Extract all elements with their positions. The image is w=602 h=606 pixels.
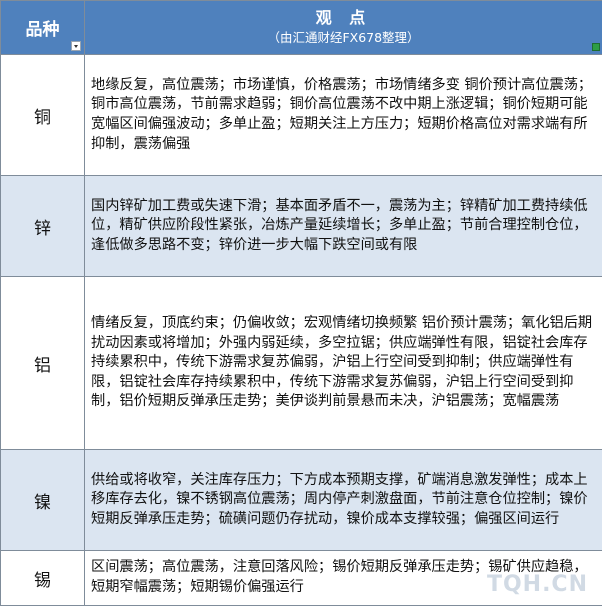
site-watermark: TQH.CN <box>487 572 588 597</box>
table-row: 铝 情绪反复，顶底约束；仍偏收敛；宏观情绪切换频繁 铝价预计震荡；氧化铝后期扰动… <box>1 277 602 450</box>
table-row: 锌 国内锌矿加工费或失速下滑；基本面矛盾不一，震荡为主；锌精矿加工费持续低位，精… <box>1 176 602 277</box>
table-row: 铜 地缘反复，高位震荡；市场谨慎，价格震荡；市场情绪多变 铜价预计高位震荡；铜市… <box>1 55 602 176</box>
variety-cell[interactable]: 锡 <box>1 551 85 606</box>
column-header-view[interactable]: 观 点 （由汇通财经FX678整理） <box>85 1 602 55</box>
header-row: 品种 观 点 （由汇通财经FX678整理） <box>1 1 602 55</box>
variety-cell[interactable]: 镍 <box>1 450 85 551</box>
variety-cell[interactable]: 铝 <box>1 277 85 450</box>
futures-view-table: 品种 观 点 （由汇通财经FX678整理） 铜 地缘反复，高位震荡；市场谨慎，价… <box>0 0 602 606</box>
column-header-view-subtitle: （由汇通财经FX678整理） <box>85 28 602 48</box>
column-header-view-title: 观 点 <box>85 8 602 28</box>
view-cell[interactable]: 情绪反复，顶底约束；仍偏收敛；宏观情绪切换频繁 铝价预计震荡；氧化铝后期扰动因素… <box>85 277 602 450</box>
table-row: 镍 供给或将收窄，关注库存压力；下方成本预期支撑，矿端消息激发弹性；成本上移库存… <box>1 450 602 551</box>
view-cell[interactable]: 地缘反复，高位震荡；市场谨慎，价格震荡；市场情绪多变 铜价预计高位震荡；铜市高位… <box>85 55 602 176</box>
column-header-variety[interactable]: 品种 <box>1 1 85 55</box>
cell-comment-marker-icon[interactable] <box>592 43 600 51</box>
variety-cell[interactable]: 锌 <box>1 176 85 277</box>
column-header-variety-label: 品种 <box>26 20 60 40</box>
view-cell[interactable]: 国内锌矿加工费或失速下滑；基本面矛盾不一，震荡为主；锌精矿加工费持续低位，精矿供… <box>85 176 602 277</box>
variety-cell[interactable]: 铜 <box>1 55 85 176</box>
view-cell[interactable]: 供给或将收窄，关注库存压力；下方成本预期支撑，矿端消息激发弹性；成本上移库存去化… <box>85 450 602 551</box>
filter-dropdown-icon[interactable] <box>71 41 81 51</box>
